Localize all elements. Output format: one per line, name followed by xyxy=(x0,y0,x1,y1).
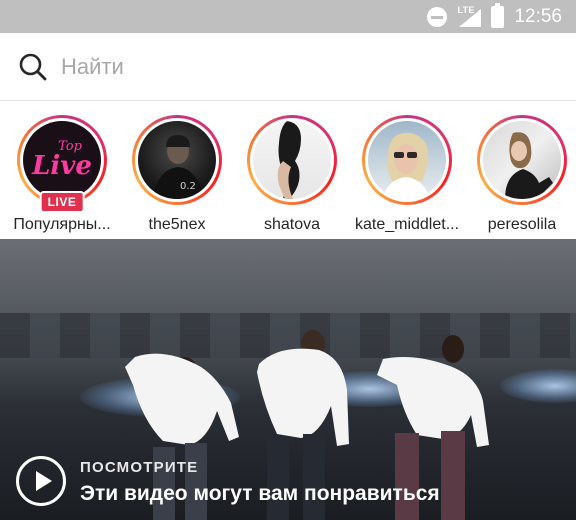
story-label: Популярны... xyxy=(13,216,111,233)
video-title[interactable]: Эти видео могут вам понравиться xyxy=(80,482,440,506)
story-label: shatova xyxy=(263,216,321,233)
story-ring: 0.2 xyxy=(132,115,222,205)
avatar-logo-big: Live xyxy=(32,151,92,181)
person-silhouette xyxy=(277,121,301,199)
story-peresolila[interactable]: peresolila xyxy=(472,102,572,239)
story-ring-gap xyxy=(250,118,334,202)
story-ring xyxy=(477,115,567,205)
story-ring xyxy=(247,115,337,205)
battery-icon xyxy=(491,2,505,28)
story-label: kate_middlet... xyxy=(354,216,460,233)
avatar xyxy=(253,121,331,199)
story-label: the5nex xyxy=(148,216,206,233)
avatar xyxy=(483,121,561,199)
signal-indicator: LTE xyxy=(457,5,482,28)
stories-row[interactable]: Top Live LIVE Популярны... 0.2 the5nex s… xyxy=(0,102,576,239)
story-ring-gap: Top Live xyxy=(20,118,104,202)
story-ring-gap: 0.2 xyxy=(135,118,219,202)
live-badge: LIVE xyxy=(39,191,85,213)
story-ring: Top Live LIVE xyxy=(17,115,107,213)
search-icon[interactable] xyxy=(18,52,48,82)
search-input[interactable] xyxy=(61,53,541,80)
avatar xyxy=(368,121,446,199)
story-kate-middlet[interactable]: kate_middlet... xyxy=(354,102,460,239)
avatar: 0.2 xyxy=(138,121,216,199)
search-bar[interactable] xyxy=(0,33,576,101)
person-silhouette: 0.2 xyxy=(152,135,204,199)
stage-spotlight xyxy=(500,369,576,403)
story-the5nex[interactable]: 0.2 the5nex xyxy=(127,102,227,239)
signal-icon xyxy=(459,8,482,27)
do-not-disturb-icon xyxy=(427,6,448,27)
status-bar: LTE 12:56 xyxy=(0,0,576,33)
story-ring xyxy=(362,115,452,205)
story-ring-gap xyxy=(365,118,449,202)
story-label: peresolila xyxy=(487,216,557,233)
svg-text:0.2: 0.2 xyxy=(180,181,196,192)
story-shatova[interactable]: shatova xyxy=(242,102,342,239)
video-kicker: ПОСМОТРИТЕ xyxy=(80,459,199,476)
play-button[interactable] xyxy=(16,456,66,506)
avatar: Top Live xyxy=(23,121,101,199)
story-popular-live[interactable]: Top Live LIVE Популярны... xyxy=(12,102,112,239)
story-ring-gap xyxy=(480,118,564,202)
person-silhouette xyxy=(505,132,553,199)
suggested-video-card[interactable]: ПОСМОТРИТЕ Эти видео могут вам понравить… xyxy=(0,239,576,520)
status-time: 12:56 xyxy=(514,5,562,27)
person-silhouette xyxy=(382,132,430,199)
